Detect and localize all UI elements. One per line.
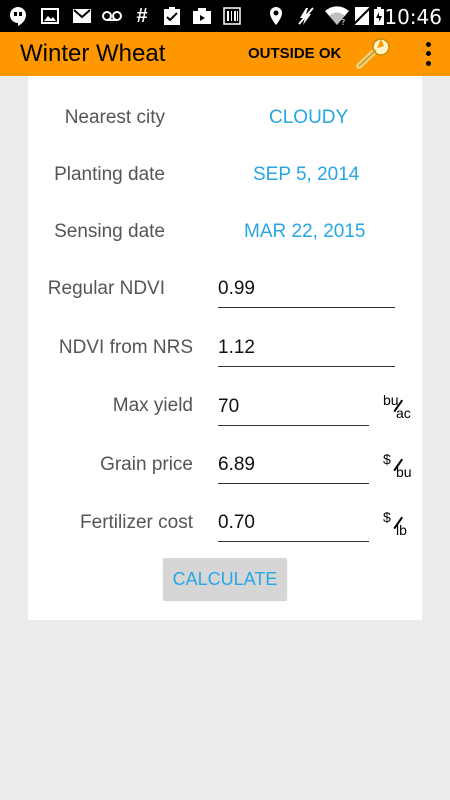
app-title: Winter Wheat [20,40,166,67]
image-icon [40,6,60,26]
calculate-button[interactable]: CALCULATE [163,558,287,600]
sensing-date-value[interactable]: MAR 22, 2015 [244,221,365,243]
fertilizer-cost-label: Fertilizer cost [80,512,193,533]
no-sim-icon [352,6,372,26]
barcode-icon [222,6,242,26]
app-bar: Winter Wheat OUTSIDE OK [0,32,450,76]
camera-icon [192,6,212,26]
voicemail-icon [102,6,122,26]
nearest-city-label: Nearest city [64,107,165,128]
grain-price-label: Grain price [100,454,193,475]
regular-ndvi-input[interactable]: 0.99 [218,274,395,308]
location-icon [266,6,286,26]
wrench-icon[interactable] [356,38,392,70]
grain-price-input[interactable]: 6.89 [218,450,369,484]
outside-status: OUTSIDE OK [248,45,342,62]
ndvi-nrs-label: NDVI from NRS [58,337,193,358]
dollar-per-lb-unit: $ lb [383,509,407,538]
dollar-per-bu-unit: $ bu [383,451,412,480]
more-vert-icon[interactable] [418,40,438,68]
fertilizer-cost-input[interactable]: 0.70 [218,508,369,542]
hangouts-icon [8,6,28,26]
no-signal-icon [296,6,316,26]
nearest-city-value[interactable]: CLOUDY [269,107,348,129]
hash-icon: # [136,5,148,27]
planting-date-label: Planting date [54,164,165,185]
regular-ndvi-label: Regular NDVI [47,278,165,299]
max-yield-label: Max yield [112,395,193,416]
planting-date-value[interactable]: SEP 5, 2014 [253,164,359,186]
wifi-icon: ? [324,6,350,26]
clipboard-check-icon [162,6,182,26]
sensing-date-label: Sensing date [54,221,165,242]
status-bar: # ? 10:46 [0,0,450,32]
gmail-icon [72,6,92,26]
ndvi-nrs-input[interactable]: 1.12 [218,333,395,367]
clock: 10:46 [384,5,442,29]
max-yield-input[interactable]: 70 [218,392,369,426]
svg-text:?: ? [341,18,345,26]
bu-per-ac-unit: bu ac [383,392,411,421]
